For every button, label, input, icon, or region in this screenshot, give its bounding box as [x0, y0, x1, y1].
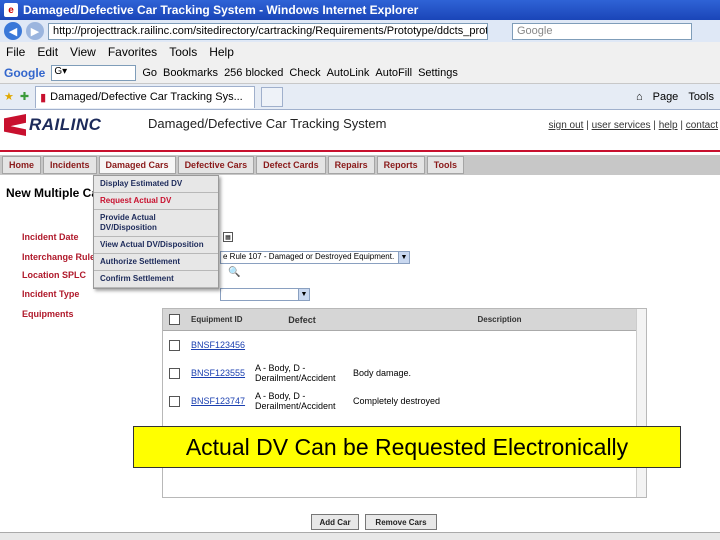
- remove-cars-button[interactable]: Remove Cars: [365, 514, 437, 530]
- google-toolbar: Google G▾ Go Bookmarks 256 blocked Check…: [0, 62, 720, 84]
- chevron-down-icon: ▼: [398, 252, 409, 263]
- equipment-id-link[interactable]: BNSF123555: [191, 368, 245, 378]
- header-links: sign out | user services | help | contac…: [548, 120, 718, 131]
- col-equipment-id: Equipment ID: [191, 315, 243, 324]
- nav-tools[interactable]: Tools: [426, 156, 465, 174]
- calendar-icon[interactable]: ▦: [223, 232, 233, 242]
- menu-authorize-settlement[interactable]: Authorize Settlement: [94, 254, 218, 271]
- tools-menu[interactable]: Tools: [688, 91, 714, 103]
- nav-defect-cards[interactable]: Defect Cards: [256, 156, 326, 174]
- chevron-down-icon: ▼: [298, 289, 309, 300]
- equipment-id-link[interactable]: BNSF123747: [191, 396, 245, 406]
- description-cell: Body damage.: [353, 368, 412, 378]
- row-checkbox[interactable]: [169, 367, 180, 379]
- google-autolink[interactable]: AutoLink: [327, 67, 370, 79]
- window-title: Damaged/Defective Car Tracking System - …: [23, 3, 419, 17]
- menu-confirm-settlement[interactable]: Confirm Settlement: [94, 271, 218, 288]
- railinc-logo: RAILINC: [4, 114, 101, 136]
- home-icon[interactable]: ⌂: [636, 91, 643, 103]
- incident-type-select[interactable]: ▼: [220, 288, 310, 301]
- description-cell: Completely destroyed: [353, 396, 441, 406]
- nav-defective-cars[interactable]: Defective Cars: [177, 156, 255, 174]
- menu-bar: File Edit View Favorites Tools Help: [0, 42, 720, 62]
- menu-provide-actual-dv[interactable]: Provide Actual DV/Disposition: [94, 210, 218, 237]
- browser-search-input[interactable]: Google: [512, 22, 692, 40]
- incident-type-label: Incident Type: [22, 289, 80, 299]
- menu-tools[interactable]: Tools: [169, 45, 197, 59]
- nav-damaged-cars[interactable]: Damaged Cars: [98, 156, 176, 174]
- equipments-label: Equipments: [22, 309, 74, 319]
- sign-out-link[interactable]: sign out: [548, 120, 583, 131]
- browser-tab[interactable]: ▮ Damaged/Defective Car Tracking Sys...: [35, 85, 256, 108]
- tab-title: Damaged/Defective Car Tracking Sys...: [50, 91, 243, 103]
- defect-cell: A - Body, D - Derailment/Accident: [255, 391, 336, 411]
- menu-help[interactable]: Help: [209, 45, 234, 59]
- tab-bar: ★ ✚ ▮ Damaged/Defective Car Tracking Sys…: [0, 84, 720, 110]
- equipment-id-link[interactable]: BNSF123456: [191, 340, 245, 350]
- interchange-rule-label: Interchange Rule: [22, 252, 96, 262]
- google-go-button[interactable]: Go: [142, 67, 157, 79]
- window-titlebar: e Damaged/Defective Car Tracking System …: [0, 0, 720, 20]
- address-input[interactable]: http://projecttrack.railinc.com/sitedire…: [48, 22, 488, 40]
- table-row: BNSF123555 A - Body, D - Derailment/Acci…: [163, 359, 646, 387]
- menu-request-actual-dv[interactable]: Request Actual DV: [94, 193, 218, 210]
- google-settings[interactable]: Settings: [418, 67, 458, 79]
- back-icon[interactable]: ◀: [4, 22, 22, 40]
- google-search-input[interactable]: G▾: [51, 64, 137, 81]
- menu-favorites[interactable]: Favorites: [108, 45, 157, 59]
- page-title: New Multiple Ca: [6, 186, 99, 200]
- user-services-link[interactable]: user services: [592, 120, 651, 131]
- add-favorite-icon[interactable]: ✚: [20, 90, 29, 103]
- page-menu[interactable]: Page: [653, 91, 679, 103]
- nav-home[interactable]: Home: [2, 156, 42, 174]
- browser-status-bar: [0, 532, 720, 540]
- menu-view[interactable]: View: [70, 45, 96, 59]
- nav-reports[interactable]: Reports: [376, 156, 425, 174]
- main-nav: Home Incidents Damaged Cars Defective Ca…: [0, 155, 720, 175]
- menu-view-actual-dv[interactable]: View Actual DV/Disposition: [94, 237, 218, 254]
- contact-link[interactable]: contact: [686, 120, 718, 131]
- table-header: Equipment ID Defect Description: [163, 309, 646, 331]
- defect-cell: A - Body, D - Derailment/Accident: [255, 363, 336, 383]
- damaged-cars-dropdown: Display Estimated DV Request Actual DV P…: [93, 175, 219, 289]
- favorites-star-icon[interactable]: ★: [4, 90, 14, 103]
- google-logo: Google: [4, 65, 46, 80]
- nav-repairs[interactable]: Repairs: [327, 156, 375, 174]
- add-car-button[interactable]: Add Car: [311, 514, 359, 530]
- header-divider: [0, 150, 720, 152]
- incident-date-label: Incident Date: [22, 232, 79, 242]
- page-favicon: ▮: [40, 91, 47, 104]
- table-row: BNSF123456: [163, 331, 646, 359]
- col-defect: Defect: [288, 314, 316, 325]
- row-checkbox[interactable]: [169, 339, 180, 351]
- railinc-logo-icon: [4, 114, 26, 136]
- google-popup-blocked[interactable]: 256 blocked: [224, 67, 283, 79]
- location-splc-label: Location SPLC: [22, 270, 87, 280]
- google-bookmarks[interactable]: Bookmarks: [163, 67, 218, 79]
- help-link[interactable]: help: [659, 120, 678, 131]
- equipment-table: Equipment ID Defect Description BNSF1234…: [162, 308, 647, 498]
- railinc-logo-text: RAILINC: [29, 115, 102, 134]
- google-check[interactable]: Check: [289, 67, 320, 79]
- col-description: Description: [477, 315, 522, 324]
- search-icon[interactable]: 🔍: [228, 267, 240, 278]
- nav-incidents[interactable]: Incidents: [43, 156, 97, 174]
- browser-icon: e: [4, 3, 18, 17]
- menu-edit[interactable]: Edit: [37, 45, 58, 59]
- page-header: RAILINC Damaged/Defective Car Tracking S…: [0, 110, 720, 152]
- app-title: Damaged/Defective Car Tracking System: [148, 116, 387, 131]
- address-bar: ◀ ▶ http://projecttrack.railinc.com/site…: [0, 20, 720, 42]
- interchange-rule-select[interactable]: e Rule 107 - Damaged or Destroyed Equipm…: [220, 251, 410, 264]
- table-row: BNSF123747 A - Body, D - Derailment/Acci…: [163, 387, 646, 415]
- callout-banner: Actual DV Can be Requested Electronicall…: [133, 426, 681, 468]
- forward-icon[interactable]: ▶: [26, 22, 44, 40]
- new-tab-button[interactable]: [261, 86, 284, 107]
- menu-display-estimated-dv[interactable]: Display Estimated DV: [94, 176, 218, 193]
- row-checkbox[interactable]: [169, 395, 180, 407]
- menu-file[interactable]: File: [6, 45, 25, 59]
- interchange-rule-value: e Rule 107 - Damaged or Destroyed Equipm…: [223, 252, 395, 261]
- google-autofill[interactable]: AutoFill: [375, 67, 412, 79]
- table-scrollbar[interactable]: [636, 309, 646, 497]
- select-all-checkbox[interactable]: [169, 314, 180, 325]
